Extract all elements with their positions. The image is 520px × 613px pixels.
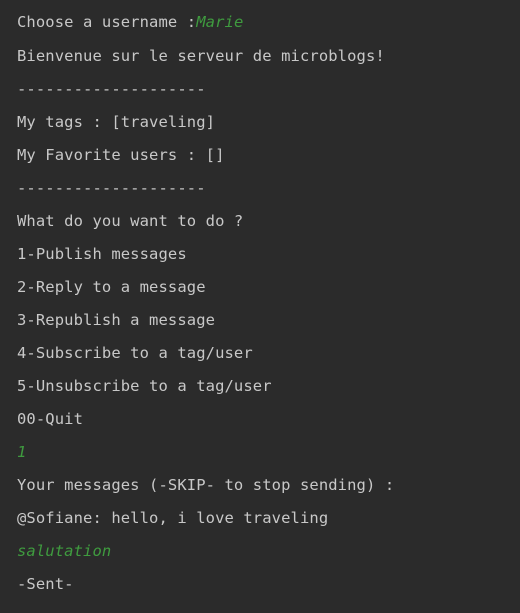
menu-item-republish: 3-Republish a message bbox=[17, 311, 216, 329]
menu-item-reply: 2-Reply to a message bbox=[17, 278, 206, 296]
favorite-users-line: My Favorite users : [] bbox=[17, 146, 225, 164]
menu-item-unsubscribe: 5-Unsubscribe to a tag/user bbox=[17, 377, 272, 395]
messages-prompt: Your messages (-SKIP- to stop sending) : bbox=[17, 476, 395, 494]
received-message: @Sofiane: hello, i love traveling bbox=[17, 509, 329, 527]
menu-item-subscribe: 4-Subscribe to a tag/user bbox=[17, 344, 253, 362]
username-prompt-line: Choose a username :Marie bbox=[17, 7, 243, 37]
message-input-value: salutation bbox=[17, 542, 112, 560]
my-tags-line: My tags : [traveling] bbox=[17, 113, 216, 131]
menu-item-publish: 1-Publish messages bbox=[17, 245, 187, 263]
separator-line: -------------------- bbox=[17, 80, 206, 98]
choice-input-value: 1 bbox=[17, 443, 27, 461]
menu-item-quit: 00-Quit bbox=[17, 410, 84, 428]
console-output[interactable]: Choose a username :Marie Bienvenue sur l… bbox=[0, 0, 520, 613]
menu-prompt: What do you want to do ? bbox=[17, 212, 244, 230]
sent-status: -Sent- bbox=[17, 575, 74, 593]
separator-line: -------------------- bbox=[17, 179, 206, 197]
welcome-message: Bienvenue sur le serveur de microblogs! bbox=[17, 47, 385, 65]
username-prompt: Choose a username : bbox=[17, 13, 197, 31]
username-input-value: Marie bbox=[196, 13, 244, 31]
